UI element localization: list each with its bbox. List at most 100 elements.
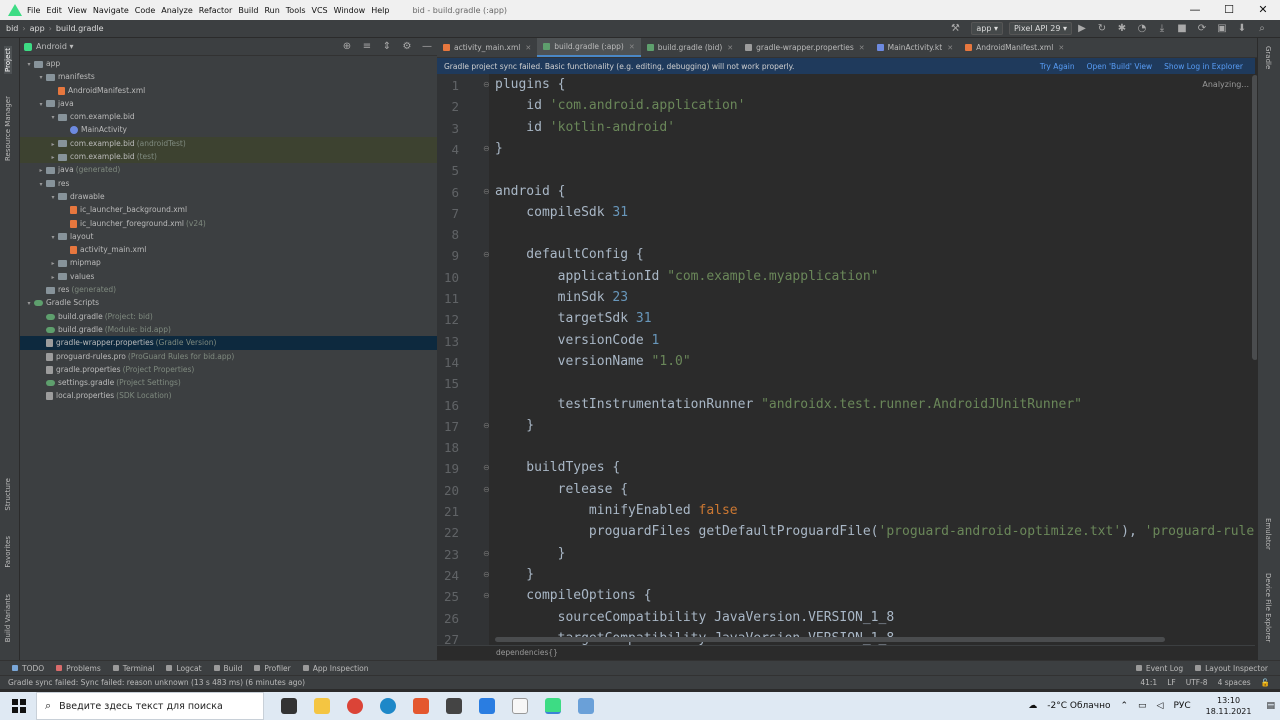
- chrome-icon[interactable]: [346, 698, 363, 714]
- line-number[interactable]: 14: [429, 355, 459, 370]
- minimize-button[interactable]: —: [1178, 0, 1212, 20]
- app-window-icon[interactable]: [577, 698, 594, 714]
- edge-icon[interactable]: [379, 698, 396, 714]
- close-window-button[interactable]: ✕: [1246, 0, 1280, 20]
- run-config-dropdown[interactable]: app ▾: [971, 22, 1003, 35]
- tree-item-com-example-bid[interactable]: ▸ com.example.bid (test): [20, 150, 437, 164]
- tool-window-logcat[interactable]: Logcat: [166, 664, 202, 673]
- editor-tab-build-gradle-bid[interactable]: build.gradle (bid) ✕: [641, 38, 739, 57]
- stop-icon[interactable]: ■: [1177, 23, 1187, 34]
- status-message[interactable]: Gradle sync failed: Sync failed: reason …: [8, 678, 305, 687]
- editor-tab-activity-main-xml[interactable]: activity_main.xml ✕: [437, 38, 537, 57]
- expanded-arrow-icon[interactable]: ▾: [48, 231, 58, 244]
- expanded-arrow-icon[interactable]: ▾: [36, 98, 46, 111]
- show-hidden-icons-icon[interactable]: ⌃: [1120, 701, 1128, 711]
- line-number[interactable]: 18: [429, 440, 459, 455]
- tree-item-drawable[interactable]: ▾ drawable: [20, 190, 437, 203]
- line-number[interactable]: 26: [429, 611, 459, 626]
- menu-navigate[interactable]: Navigate: [93, 6, 129, 15]
- network-icon[interactable]: ▭: [1138, 701, 1147, 711]
- breadcrumb-module[interactable]: app: [30, 24, 45, 33]
- menu-file[interactable]: File: [27, 6, 40, 15]
- expanded-arrow-icon[interactable]: ▾: [48, 191, 58, 204]
- gear-icon[interactable]: ⚙: [402, 41, 412, 52]
- close-tab-icon[interactable]: ✕: [947, 44, 953, 52]
- notepad-icon[interactable]: [511, 698, 528, 714]
- tool-window-problems[interactable]: Problems: [56, 664, 101, 673]
- line-number[interactable]: 5: [429, 163, 459, 178]
- tree-item-layout[interactable]: ▾ layout: [20, 230, 437, 243]
- sync-gradle-icon[interactable]: ⟳: [1197, 23, 1207, 34]
- file-encoding[interactable]: UTF-8: [1186, 678, 1208, 687]
- weather-icon[interactable]: ☁: [1028, 701, 1037, 711]
- notifications-icon[interactable]: ▤: [1266, 701, 1275, 711]
- close-tab-icon[interactable]: ✕: [629, 43, 635, 51]
- breadcrumb-file[interactable]: build.gradle: [56, 24, 104, 33]
- task-view-icon[interactable]: [280, 698, 297, 714]
- menu-tools[interactable]: Tools: [286, 6, 306, 15]
- indent-setting[interactable]: 4 spaces: [1218, 678, 1251, 687]
- taskbar-clock[interactable]: 13:10 18.11.2021: [1206, 695, 1252, 717]
- close-tab-icon[interactable]: ✕: [1058, 44, 1064, 52]
- device-file-explorer-tool-tab[interactable]: Device File Explorer: [1264, 573, 1272, 642]
- run-icon[interactable]: ▶: [1077, 23, 1087, 34]
- menu-help[interactable]: Help: [371, 6, 389, 15]
- close-tab-icon[interactable]: ✕: [727, 44, 733, 52]
- tree-item-ic-launcher-foreground-xml[interactable]: ic_launcher_foreground.xml (v24): [20, 217, 437, 230]
- expand-all-icon[interactable]: ≡: [362, 41, 372, 52]
- tool-window-app-inspection[interactable]: App Inspection: [302, 664, 369, 673]
- tree-item-build-gradle[interactable]: build.gradle (Module: bid.app): [20, 323, 437, 336]
- project-view-dropdown[interactable]: Android ▾: [36, 42, 74, 51]
- editor-tab-build-gradle-app[interactable]: build.gradle (:app) ✕: [537, 38, 641, 57]
- tree-item-proguard-rules-pro[interactable]: proguard-rules.pro (ProGuard Rules for bi…: [20, 350, 437, 363]
- close-tab-icon[interactable]: ✕: [525, 44, 531, 52]
- hammer-icon[interactable]: ⚒: [950, 23, 960, 34]
- menu-build[interactable]: Build: [238, 6, 258, 15]
- taskbar-search-input[interactable]: ⌕ Введите здесь текст для поиска: [36, 692, 264, 720]
- tree-item-settings-gradle[interactable]: settings.gradle (Project Settings): [20, 376, 437, 389]
- volume-icon[interactable]: ◁: [1157, 701, 1164, 711]
- line-number[interactable]: 19: [429, 461, 459, 476]
- favorites-tool-tab[interactable]: Favorites: [4, 536, 12, 568]
- app-cube-icon[interactable]: [445, 698, 462, 714]
- open-build-view-link[interactable]: Open 'Build' View: [1087, 62, 1153, 71]
- tree-item-res[interactable]: ▾ res: [20, 177, 437, 190]
- lock-icon[interactable]: 🔓: [1261, 678, 1270, 687]
- profile-icon[interactable]: ◔: [1137, 23, 1147, 34]
- app-blue-icon[interactable]: [478, 698, 495, 714]
- tree-item-mainactivity[interactable]: MainActivity: [20, 123, 437, 136]
- maximize-button[interactable]: ☐: [1212, 0, 1246, 20]
- android-studio-icon[interactable]: [544, 698, 561, 714]
- line-number[interactable]: 2: [429, 99, 459, 114]
- tree-item-manifests[interactable]: ▾ manifests: [20, 70, 437, 83]
- tool-window-terminal[interactable]: Terminal: [112, 664, 154, 673]
- tree-item-local-properties[interactable]: local.properties (SDK Location): [20, 389, 437, 402]
- emulator-tool-tab[interactable]: Emulator: [1264, 518, 1272, 550]
- tree-item-ic-launcher-background-xml[interactable]: ic_launcher_background.xml: [20, 203, 437, 216]
- collapsed-arrow-icon[interactable]: ▸: [36, 164, 46, 177]
- build-variants-tool-tab[interactable]: Build Variants: [4, 594, 12, 642]
- line-number[interactable]: 8: [429, 227, 459, 242]
- editor-horizontal-scrollbar[interactable]: [495, 637, 1165, 642]
- line-number[interactable]: 22: [429, 525, 459, 540]
- search-icon[interactable]: ⌕: [1257, 23, 1267, 34]
- windows-start-icon[interactable]: [12, 699, 26, 713]
- line-number[interactable]: 3: [429, 121, 459, 136]
- line-number[interactable]: 21: [429, 504, 459, 519]
- resource-manager-tool-tab[interactable]: Resource Manager: [4, 96, 12, 161]
- menu-analyze[interactable]: Analyze: [161, 6, 193, 15]
- tool-window-build[interactable]: Build: [213, 664, 242, 673]
- expanded-arrow-icon[interactable]: ▾: [36, 178, 46, 191]
- device-dropdown[interactable]: Pixel API 29 ▾: [1009, 22, 1072, 35]
- line-number[interactable]: 10: [429, 270, 459, 285]
- code-editor[interactable]: Analyzing... plugins { id 'com.android.a…: [489, 74, 1255, 645]
- tree-item-gradle-wrapper-properties[interactable]: gradle-wrapper.properties (Gradle Version…: [20, 336, 437, 350]
- menu-run[interactable]: Run: [264, 6, 279, 15]
- menu-window[interactable]: Window: [334, 6, 366, 15]
- editor-tab-mainactivity-kt[interactable]: MainActivity.kt ✕: [871, 38, 959, 57]
- menu-view[interactable]: View: [68, 6, 87, 15]
- avd-manager-icon[interactable]: ▣: [1217, 23, 1227, 34]
- tree-item-gradle-scripts[interactable]: ▾ Gradle Scripts: [20, 296, 437, 309]
- language-indicator[interactable]: РУС: [1173, 701, 1190, 711]
- line-number[interactable]: 11: [429, 291, 459, 306]
